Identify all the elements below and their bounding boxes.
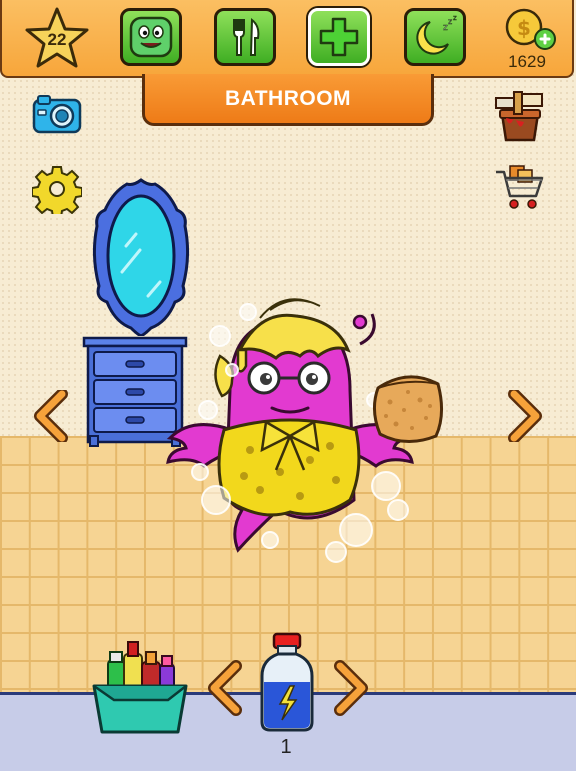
paint-bucket-icon: [495, 91, 543, 142]
coin-count: 1629: [508, 52, 546, 71]
coin-icon: $: [505, 8, 556, 50]
svg-text:$: $: [517, 16, 531, 40]
room-title: BATHROOM: [224, 86, 352, 110]
inventory-basket-button[interactable]: [90, 634, 190, 744]
chevron-left-icon: [34, 388, 68, 444]
shop-button[interactable]: [492, 158, 548, 218]
previous-room-arrow[interactable]: [32, 388, 70, 446]
coin-counter[interactable]: $ 1629: [497, 6, 567, 72]
previous-item-arrow[interactable]: [204, 660, 244, 720]
decorate-button[interactable]: [492, 88, 550, 150]
add-coins-icon: [534, 28, 556, 50]
settings-button[interactable]: [31, 164, 83, 218]
top-bar: 22 z z z $ 1629: [0, 0, 574, 78]
face-icon: [129, 16, 173, 58]
health-button[interactable]: [308, 8, 370, 66]
room-title-tab: BATHROOM: [142, 74, 434, 126]
moon-icon: z z z: [416, 14, 457, 55]
sleep-button[interactable]: z z z: [404, 8, 466, 66]
potion-basket-icon: [92, 641, 188, 734]
shopping-cart-icon: [496, 165, 544, 209]
item-count: 1: [280, 736, 292, 758]
level-badge[interactable]: 22: [24, 6, 90, 70]
svg-text:z: z: [448, 17, 452, 26]
energy-potion-icon: [260, 632, 314, 732]
gear-icon: [31, 166, 83, 218]
camera-button[interactable]: [28, 92, 86, 142]
character-button[interactable]: [120, 8, 182, 66]
next-item-arrow[interactable]: [332, 660, 372, 720]
fork-knife-icon: [233, 18, 260, 56]
chevron-left-icon: [208, 660, 242, 716]
svg-text:z: z: [453, 14, 457, 22]
sponge[interactable]: [368, 366, 448, 450]
sponge-icon: [373, 375, 443, 443]
plus-icon: [319, 17, 359, 57]
level-number: 22: [47, 30, 67, 49]
selected-item[interactable]: [254, 630, 320, 738]
chevron-right-icon: [334, 660, 368, 716]
camera-icon: [32, 95, 82, 134]
chevron-right-icon: [508, 388, 542, 444]
next-room-arrow[interactable]: [506, 388, 544, 446]
food-button[interactable]: [214, 8, 276, 66]
